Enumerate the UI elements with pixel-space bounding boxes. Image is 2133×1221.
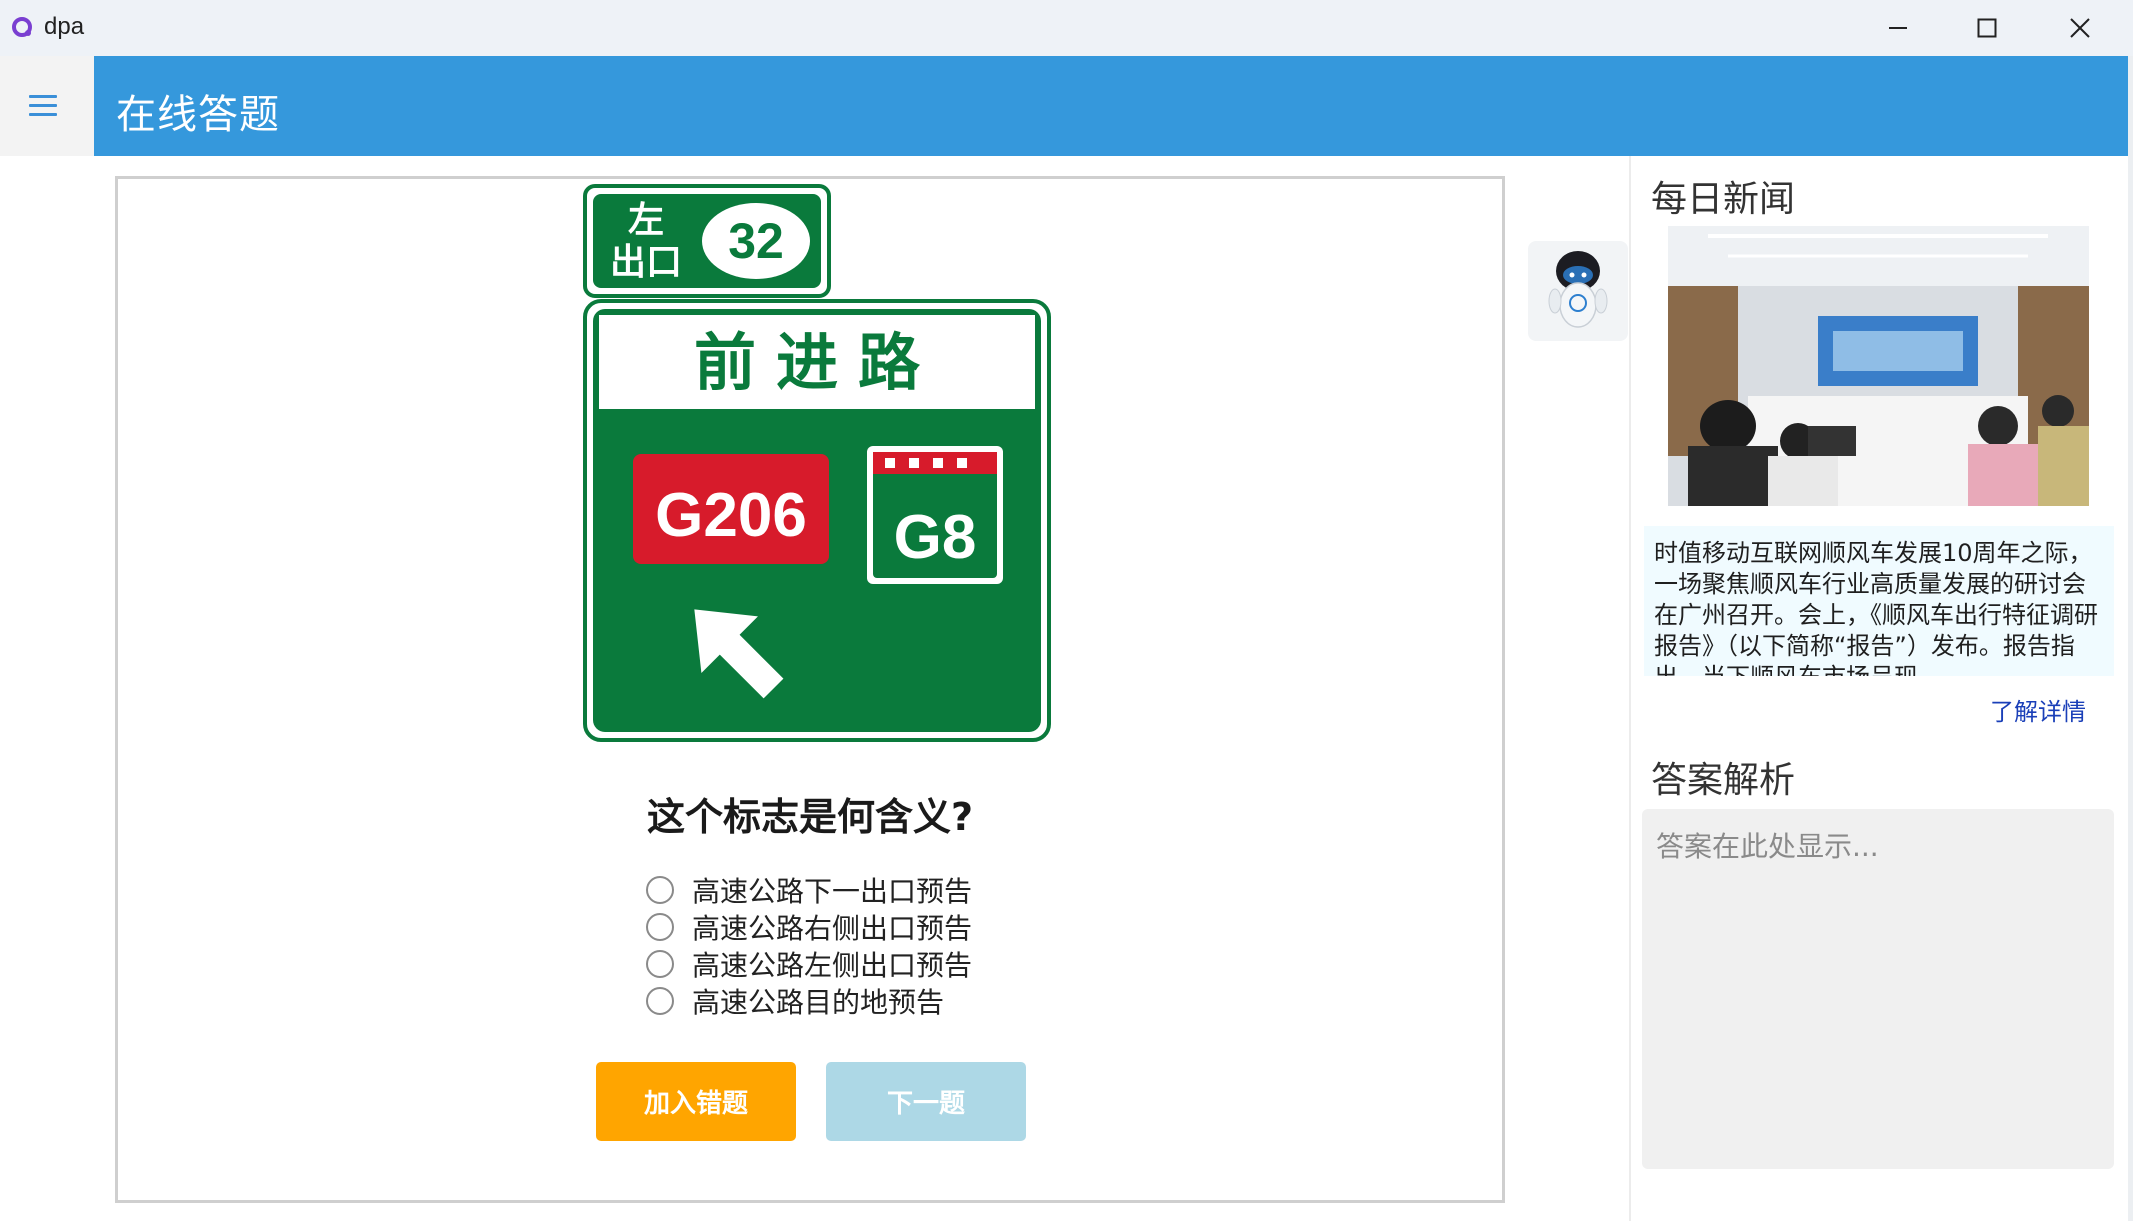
close-button[interactable] (2034, 0, 2126, 56)
sign-route-expressway: G8 (894, 503, 977, 572)
option-2[interactable]: 高速公路右侧出口预告 (646, 908, 972, 945)
app-logo-icon (12, 17, 32, 37)
robot-assistant-icon (1548, 251, 1608, 328)
maximize-button[interactable] (1941, 0, 2033, 56)
window-titlebar: dpa (0, 0, 2133, 57)
close-icon (2070, 18, 2090, 38)
window-title: dpa (44, 13, 85, 40)
learn-more-link[interactable]: 了解详情 (1990, 692, 2086, 727)
radio-button[interactable] (646, 875, 674, 904)
robot-assistant-button[interactable] (1528, 241, 1628, 341)
page-title: 在线答题 (116, 92, 280, 138)
option-4[interactable]: 高速公路目的地预告 (646, 982, 972, 1019)
sign-road-name: 前进路 (694, 326, 940, 399)
sidebar-divider (1629, 156, 1631, 1221)
minimize-icon (1889, 27, 1907, 29)
sign-route-national: G206 (655, 481, 807, 550)
radio-button[interactable] (646, 986, 674, 1015)
app-header: 在线答题 (94, 56, 2128, 156)
quiz-panel: 左 出口 32 前进路 G206 G8 这个标志是何含义? 高速公路下一出口预告 (115, 176, 1505, 1203)
news-title: 每日新闻 (1651, 179, 1796, 220)
hamburger-menu-icon[interactable] (29, 95, 57, 117)
news-summary: 时值移动互联网顺风车发展10周年之际，一场聚焦顺风车行业高质量发展的研讨会在广州… (1644, 526, 2114, 676)
answer-analysis-box: 答案在此处显示... (1642, 809, 2114, 1169)
radio-button[interactable] (646, 912, 674, 941)
news-text: 时值移动互联网顺风车发展10周年之际，一场聚焦顺风车行业高质量发展的研讨会在广州… (1654, 539, 2098, 676)
menu-strip (0, 56, 94, 156)
next-question-button[interactable]: 下一题 (826, 1062, 1026, 1141)
radio-button[interactable] (646, 949, 674, 978)
maximize-icon (1977, 18, 1997, 38)
minimize-button[interactable] (1852, 0, 1944, 56)
sign-exit-side-bottom: 出口 (610, 242, 682, 283)
traffic-sign-image: 左 出口 32 前进路 G206 G8 (583, 184, 1051, 742)
option-label: 高速公路下一出口预告 (692, 874, 973, 908)
option-3[interactable]: 高速公路左侧出口预告 (646, 945, 972, 982)
option-1[interactable]: 高速公路下一出口预告 (646, 871, 972, 908)
option-label: 高速公路左侧出口预告 (692, 948, 973, 982)
question-text: 这个标志是何含义? (646, 795, 974, 839)
sign-exit-number: 32 (728, 213, 784, 269)
news-photo (1668, 226, 2089, 506)
option-label: 高速公路目的地预告 (692, 985, 945, 1019)
answer-options: 高速公路下一出口预告 高速公路右侧出口预告 高速公路左侧出口预告 高速公路目的地… (646, 871, 972, 1019)
option-label: 高速公路右侧出口预告 (692, 911, 973, 945)
add-to-wrong-button[interactable]: 加入错题 (596, 1062, 796, 1141)
sign-exit-side-top: 左 (628, 200, 664, 241)
window-right-edge (2128, 56, 2133, 1221)
analysis-title: 答案解析 (1651, 760, 1796, 801)
answer-placeholder: 答案在此处显示... (1656, 830, 1879, 863)
